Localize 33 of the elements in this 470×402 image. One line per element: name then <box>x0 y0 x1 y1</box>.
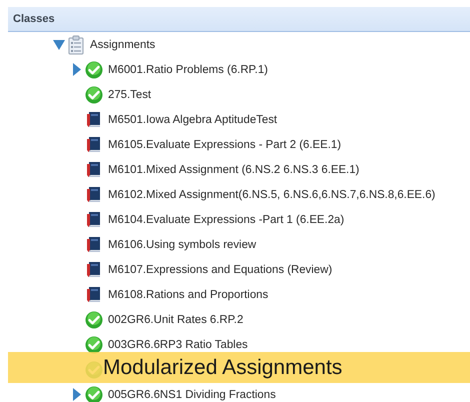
collapsed-arrow-icon[interactable] <box>73 388 81 401</box>
check-circle-icon <box>85 310 103 328</box>
tree-item-label[interactable]: 002GR6.Unit Rates 6.RP.2 <box>108 314 244 326</box>
tree-item-label[interactable]: Assignments <box>90 38 156 50</box>
book-icon <box>86 236 102 253</box>
list-document-icon <box>68 34 84 54</box>
tree-item-label[interactable]: M6104.Evaluate Expressions -Part 1 (6.EE.2a) <box>108 214 344 226</box>
check-circle-icon <box>85 386 103 402</box>
tree-item-label[interactable]: M6107.Expressions and Equations (Review) <box>108 264 332 276</box>
tree-item-label[interactable]: M6001.Ratio Problems (6.RP.1) <box>108 64 268 76</box>
tree-item-label[interactable]: M6108.Rations and Proportions <box>108 288 268 300</box>
book-icon <box>86 186 102 203</box>
panel-title: Classes <box>13 13 55 25</box>
book-icon <box>86 111 102 128</box>
book-icon <box>86 161 102 178</box>
caption-banner: Modularized Assignments <box>8 352 470 383</box>
check-circle-icon <box>85 336 103 354</box>
tree-item-label[interactable]: M6101.Mixed Assignment (6.NS.2 6.NS.3 6.EE.1) <box>108 164 360 176</box>
book-icon <box>86 261 102 278</box>
book-icon <box>86 286 102 303</box>
tree-item-label[interactable]: 003GR6.6RP3 Ratio Tables <box>108 338 248 350</box>
check-circle-icon <box>85 86 103 104</box>
collapsed-arrow-icon[interactable] <box>73 63 81 76</box>
book-icon <box>86 136 102 153</box>
tree-item-label[interactable]: M6105.Evaluate Expressions - Part 2 (6.EE.1) <box>108 138 341 150</box>
check-circle-icon <box>85 60 103 78</box>
book-icon <box>86 211 102 228</box>
tree-item-label[interactable]: M6102.Mixed Assignment(6.NS.5, 6.NS.6,6.NS.7,6.NS.8,6.EE.6) <box>108 188 436 200</box>
expanded-arrow-icon[interactable] <box>53 40 65 50</box>
tree-item-label[interactable]: 005GR6.6NS1 Dividing Fractions <box>108 388 276 400</box>
tree-item-label[interactable]: M6501.Iowa Algebra AptitudeTest <box>108 114 278 126</box>
tree-item-label[interactable]: M6106.Using symbols review <box>108 238 256 250</box>
tree-item-label[interactable]: 275.Test <box>108 88 152 100</box>
